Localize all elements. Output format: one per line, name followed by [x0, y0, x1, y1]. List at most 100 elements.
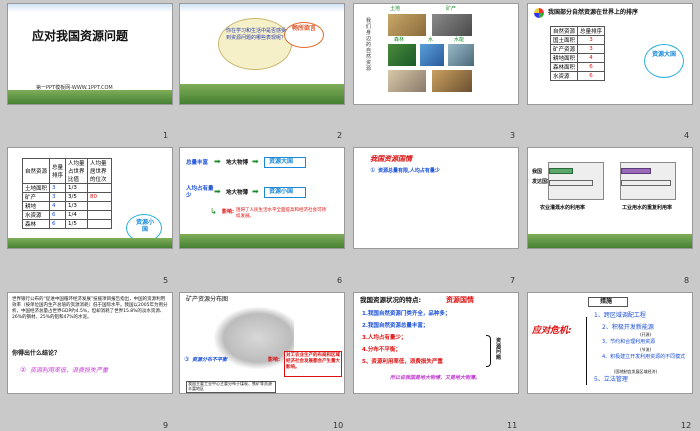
table-cell: 矿产资源: [549, 44, 579, 54]
slide-thumbnail-12[interactable]: 措施 应对危机: 1、跨区域调配工程 2、积极开发新能源 (开源) 3、节约和合…: [527, 292, 693, 394]
table-row: 国土面积 3: [549, 35, 606, 45]
grassland-image: [528, 234, 692, 248]
slide-thumbnail-5[interactable]: 自然资源 总量排序 人均量占世界比值 人均量居世界的位次 土地面积 3 1/3 矿产…: [7, 147, 173, 249]
table-header: 自然资源: [549, 26, 579, 36]
slide-thumbnail-9[interactable]: 世界银行公布的“促进中国循环经济发展”技援项目报告指出，中国的资源利用效率（按单…: [7, 292, 173, 394]
slide-number: 9: [163, 421, 169, 430]
slide-thumbnail-8[interactable]: 我国 发达国家 农业灌溉水的利用率 工业用水的重复利用率: [527, 147, 693, 249]
table-row: 土地面积 3 1/3: [21, 183, 113, 193]
table-row: 水资源 6 1/4: [21, 210, 113, 220]
impact-text: 对工农业生产的布局和区域经济社会发展都会产生重大影响。: [286, 353, 340, 370]
impact-label: 影响:: [222, 209, 234, 215]
arrow-icon: ➡: [252, 157, 259, 166]
table-header: 自然资源: [21, 158, 51, 184]
total-rich-label: 总量丰富: [186, 160, 209, 166]
table-cell: 6: [49, 219, 67, 229]
slide-thumbnail-6[interactable]: 总量丰富 ➡ 地大物博 ➡ 资源大国 人均占有量少 ➡ 地大物薄 ➡ 资源小国 …: [179, 147, 345, 249]
slide-thumbnail-10[interactable]: 矿产资源分布图 ③ 资源分布不平衡 影响: 对工农业生产的布局和区域经济社会发展…: [179, 292, 345, 394]
list-item: 3.人均占有量少；: [362, 335, 407, 341]
table-cell: 1/5: [65, 219, 89, 229]
table-cell: 国土面积: [549, 35, 579, 45]
table-row: 耕地 4 1/3: [21, 201, 113, 211]
measure-item: 2、积极开发新能源: [602, 324, 654, 331]
photo-label-mineral: 矿产: [446, 6, 457, 12]
table-cell: 6: [577, 71, 606, 81]
table-cell: [87, 210, 113, 220]
slide-number: 1: [163, 131, 169, 140]
palette-icon: [534, 8, 544, 18]
slide-number: 11: [507, 421, 518, 430]
thought-bubble: [218, 18, 292, 70]
arrow-icon: ↳: [210, 207, 217, 216]
low-per-capita-label: 人均占有量少: [186, 186, 214, 199]
slide-thumbnail-7[interactable]: 我国资源国情 ① 资源总量有限,人均占有量少: [353, 147, 519, 249]
table-cell: 3: [49, 183, 67, 193]
resource-small-box-text: 资源小国: [269, 188, 294, 195]
slide-thumbnail-2[interactable]: 你在学习和生活中是否感受到资源问题的哪些表现呢？ 畅所欲言: [179, 3, 345, 105]
thin-land-label: 地大物薄: [226, 190, 249, 196]
table-row: 水资源 6: [549, 71, 606, 81]
impact-label: 影响:: [268, 357, 280, 363]
circle-two-icon: ②: [20, 366, 27, 374]
table-cell: 耕地面积: [549, 53, 579, 63]
table-cell: 水资源: [549, 71, 579, 81]
table-cell: [87, 219, 113, 229]
slide-number: 8: [684, 276, 690, 285]
table-cell: 4: [49, 201, 67, 211]
measure-item: 4、积极建立开发利用资源的不同模式: [602, 354, 686, 360]
mineral-photo: [432, 14, 472, 36]
brace: [486, 335, 491, 367]
chart-bar: [549, 168, 573, 174]
table-cell: 耕地: [21, 201, 51, 211]
slide-title: 我国资源国情: [370, 155, 412, 163]
table-row: 森林 6 1/5: [21, 219, 113, 229]
measure-item: 1、跨区域调配工程: [594, 312, 646, 319]
resource-power-badge-text: 资源大国: [652, 51, 677, 58]
list-item: 1.我国自然资源门类齐全，品种多；: [362, 311, 451, 317]
measure-item: 5、立法管理: [594, 376, 628, 383]
table-cell: 4: [577, 53, 606, 63]
grassland-image: [8, 238, 172, 248]
slide-number: 7: [510, 276, 516, 285]
photo-label-hydropower: 水能: [454, 37, 465, 43]
bracket-line: [586, 317, 592, 385]
slide-number: 3: [510, 131, 516, 140]
chart-caption-left: 农业灌溉水的利用率: [540, 205, 586, 211]
city-photo: [388, 70, 426, 92]
table-header: 总量排序: [577, 26, 606, 36]
slide-side-title: 我们身边的自然资源: [366, 18, 372, 72]
slide-title: 措施: [600, 298, 613, 305]
report-text: 世界银行公布的“促进中国循环经济发展”技援项目报告指出，中国的资源利用效率（按单…: [12, 297, 168, 320]
resource-power-badge: [644, 44, 684, 78]
slide-sky: [180, 4, 344, 12]
slide-title: 我国资源状况的特点:: [360, 296, 422, 304]
measure-note: (国地制宜发展区域经济): [614, 369, 658, 374]
point-text: 资源总量有限,人均占有量少: [378, 168, 440, 174]
chart-bar: [621, 180, 671, 186]
circle-one-icon: ①: [370, 167, 376, 174]
table-cell: 森林: [21, 219, 51, 229]
table-cell: 6: [577, 62, 606, 72]
table-cell: 土地面积: [21, 183, 51, 193]
table-cell: 森林面积: [549, 62, 579, 72]
slide-title: 矿产资源分布图: [186, 296, 229, 303]
photo-label-forest: 森林: [394, 37, 405, 43]
brace-label: 资源问题: [496, 338, 502, 361]
resource-small-badge-text: 资源小国: [135, 219, 154, 233]
table-cell: 3: [49, 192, 67, 202]
list-item: 5、资源利用率低，浪费损失严重: [362, 359, 443, 365]
table-cell: 80: [87, 192, 113, 202]
table-row: 耕地面积 4: [549, 53, 606, 63]
slide-number: 2: [337, 131, 343, 140]
bubble-text: 你在学习和生活中是否感受到资源问题的哪些表现呢？: [226, 28, 287, 41]
slide-thumbnail-1[interactable]: 应对我国资源问题 第一PPT模板网-WWW.1PPT.COM: [7, 3, 173, 105]
table-cell: 1/3: [65, 201, 89, 211]
question-text: 你得出什么结论？: [12, 350, 61, 357]
slide-thumbnail-11[interactable]: 我国资源状况的特点: 资源国情 1.我国自然资源门类齐全，品种多； 2.我国自然…: [353, 292, 519, 394]
slide-thumbnail-3[interactable]: 我们身边的自然资源 土地 矿产 森林 水 水能: [353, 3, 519, 105]
land-photo: [388, 14, 426, 36]
slide-number: 5: [163, 276, 169, 285]
slide-thumbnail-4[interactable]: 我国部分自然资源在世界上的排序 自然资源 总量排序 国土面积 3 矿产资源 3 耕地面…: [527, 3, 693, 105]
vast-land-label: 地大物博: [226, 160, 249, 166]
table-header: 人均量占世界比值: [65, 158, 89, 184]
